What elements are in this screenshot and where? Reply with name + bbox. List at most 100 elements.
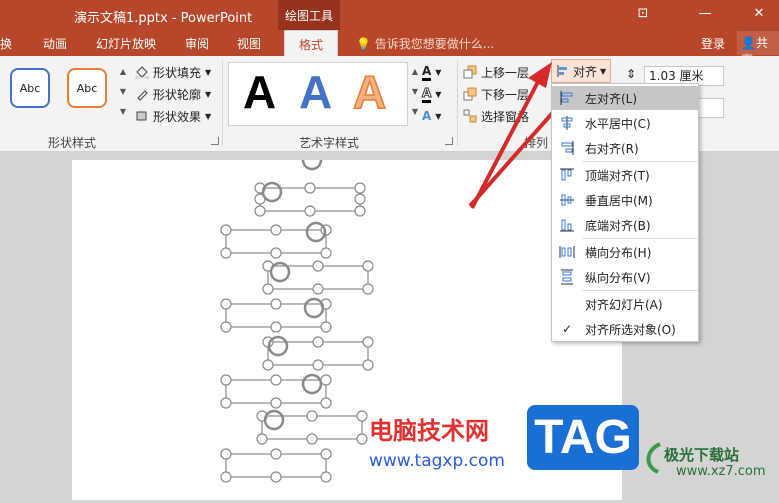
shape-style-gallery-scroll[interactable]: ▲ ▼ ▼ [117, 62, 129, 124]
drawing-tools-context-header: 绘图工具 [278, 0, 340, 30]
tell-me-search[interactable]: 💡 告诉我您想要做什么... [356, 35, 494, 52]
shape-outline-button[interactable]: 形状轮廓 ▼ [135, 84, 211, 104]
text-fill-button[interactable]: A ▼ [422, 62, 441, 82]
dropdown-arrow-icon: ▼ [205, 89, 212, 99]
menu-item-align-to-slide[interactable]: 对齐幻灯片(A) [552, 292, 698, 316]
lightbulb-icon: 💡 [356, 37, 371, 51]
share-button[interactable]: 👤共享 [737, 31, 779, 67]
shape-styles-group-label: 形状样式 [48, 136, 97, 150]
person-icon: 👤 [741, 36, 756, 50]
wordart-dialog-launcher-icon[interactable] [445, 137, 453, 145]
tab-animations[interactable]: 动画 [43, 35, 67, 52]
align-top-icon [560, 168, 574, 181]
watermark-right-url: www.xz7.com [676, 464, 766, 479]
shape-fill-button[interactable]: 形状填充 ▼ [135, 62, 211, 82]
selected-shape [220, 297, 332, 333]
menu-item-align-bottom[interactable]: 底端对齐(B) [552, 213, 698, 237]
ribbon-display-options-icon[interactable]: ⊡ [630, 4, 656, 24]
menu-item-label: 右对齐(R) [585, 141, 639, 156]
tell-me-text: 告诉我您想要做什么... [374, 37, 495, 51]
menu-item-distribute-vertical[interactable]: 纵向分布(V) [552, 265, 698, 289]
shape-effects-label: 形状效果 [153, 109, 202, 124]
align-dropdown-menu: 左对齐(L) 水平居中(C) 右对齐(R) 顶端对齐(T) 垂直居中(M) 底端… [551, 83, 699, 342]
wordart-styles-group-label: 艺术字样式 [299, 136, 360, 150]
gallery-more-icon[interactable]: ▼ [117, 102, 129, 122]
selected-shape [220, 448, 332, 483]
shape-effects-icon [136, 111, 147, 121]
menu-separator [582, 290, 698, 291]
ribbon-tab-row: 换 动画 幻灯片放映 审阅 视图 格式 💡 告诉我您想要做什么... 登录 👤共… [0, 30, 779, 67]
menu-item-align-selected-objects[interactable]: ✓ 对齐所选对象(O) [552, 317, 698, 341]
gallery-up-icon[interactable]: ▲ [117, 62, 129, 82]
send-backward-label: 下移一层 [481, 87, 530, 102]
selection-pane-label: 选择窗格 [481, 109, 530, 124]
shape-outline-label: 形状轮廓 [153, 87, 202, 102]
distribute-vertical-icon [561, 269, 573, 285]
text-effects-button[interactable]: A ▼ [422, 106, 441, 126]
tab-format[interactable]: 格式 [284, 30, 339, 56]
selected-shape [262, 335, 374, 371]
wordart-style-blue[interactable]: A [299, 65, 332, 119]
menu-item-distribute-horizontal[interactable]: 横向分布(H) [552, 240, 698, 264]
close-icon[interactable]: ✕ [746, 4, 772, 24]
sign-in-link[interactable]: 登录 [701, 35, 725, 52]
tab-slideshow[interactable]: 幻灯片放映 [96, 35, 156, 52]
menu-separator [582, 161, 698, 162]
menu-item-label: 横向分布(H) [585, 245, 652, 260]
align-label: 对齐 [573, 64, 598, 79]
tab-view[interactable]: 视图 [237, 35, 261, 52]
menu-item-label: 对齐所选对象(O) [585, 322, 676, 337]
selected-shape [256, 409, 368, 445]
shape-style-thumb-orange[interactable]: Abc [67, 68, 107, 108]
gallery-more-icon[interactable]: ▼ [409, 102, 421, 122]
text-fill-icon: A [422, 64, 432, 81]
gallery-up-icon[interactable]: ▲ [409, 62, 421, 82]
wordart-style-orange-outline[interactable]: A [352, 65, 387, 119]
shape-fill-label: 形状填充 [153, 65, 202, 80]
minimize-icon[interactable]: — [692, 4, 718, 24]
menu-item-label: 顶端对齐(T) [585, 168, 650, 183]
menu-item-align-top[interactable]: 顶端对齐(T) [552, 163, 698, 187]
tag-logo: TAG [527, 405, 639, 470]
rotation-handle-icon [301, 149, 323, 171]
wordart-style-black[interactable]: A [243, 65, 276, 119]
gallery-down-icon[interactable]: ▼ [117, 82, 129, 102]
menu-item-label: 底端对齐(B) [585, 218, 651, 233]
selected-shape [220, 373, 332, 409]
text-outline-button[interactable]: A ▼ [421, 84, 442, 104]
menu-item-align-center[interactable]: 水平居中(C) [552, 111, 698, 135]
align-center-icon [561, 116, 573, 130]
gallery-down-icon[interactable]: ▼ [409, 82, 421, 102]
selected-shape [254, 181, 366, 217]
dropdown-arrow-icon: ▼ [435, 111, 442, 121]
checkmark-icon: ✓ [562, 322, 573, 336]
dropdown-arrow-icon: ▼ [435, 67, 442, 77]
align-left-icon [560, 91, 573, 105]
menu-item-align-right[interactable]: 右对齐(R) [552, 136, 698, 160]
document-title: 演示文稿1.pptx - PowerPoint [74, 11, 253, 26]
group-divider [222, 60, 223, 146]
swirl-logo-icon [646, 442, 661, 474]
selected-shape [262, 260, 374, 295]
distribute-horizontal-icon [559, 246, 575, 258]
wordart-gallery-scroll[interactable]: ▲ ▼ ▼ [409, 62, 421, 124]
shape-effects-button[interactable]: 形状效果 ▼ [135, 106, 211, 126]
tab-review[interactable]: 审阅 [185, 35, 209, 52]
align-bottom-icon [560, 219, 574, 232]
height-icon: ⇕ [626, 67, 637, 81]
align-button[interactable]: 对齐 ▼ [551, 59, 611, 83]
shape-style-thumb-blue[interactable]: Abc [10, 68, 50, 108]
arrange-group-label: 排列 [524, 136, 549, 150]
text-effects-icon: A [422, 109, 432, 123]
shape-styles-dialog-launcher-icon[interactable] [211, 137, 219, 145]
wordart-gallery[interactable]: A A A [228, 62, 408, 126]
bring-forward-button[interactable]: 上移一层 [463, 62, 529, 82]
send-backward-icon [463, 87, 477, 101]
dropdown-arrow-icon: ▼ [435, 89, 442, 99]
menu-item-align-middle[interactable]: 垂直居中(M) [552, 188, 698, 212]
selection-pane-button[interactable]: 选择窗格 [463, 106, 529, 126]
tab-transitions[interactable]: 换 [0, 35, 12, 52]
menu-item-align-left[interactable]: 左对齐(L) [552, 86, 698, 110]
send-backward-button[interactable]: 下移一层 [463, 84, 529, 104]
align-objects-icon [557, 65, 567, 77]
